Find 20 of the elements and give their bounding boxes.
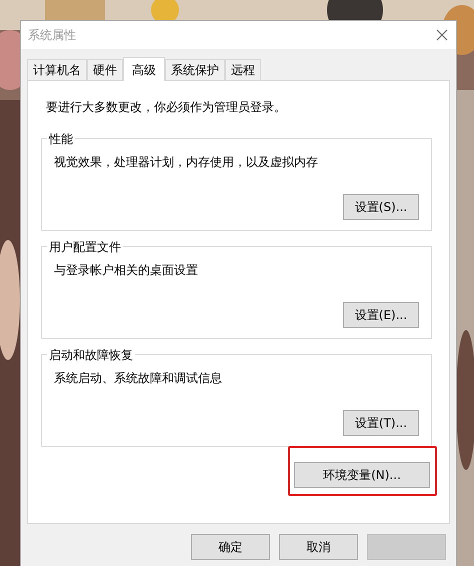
settings-button[interactable]: 设置(T)... — [343, 410, 419, 436]
group-title: 用户配置文件 — [47, 238, 123, 256]
close-icon[interactable] — [436, 29, 448, 41]
window-title: 系统属性 — [28, 27, 76, 44]
group-description: 与登录帐户相关的桌面设置 — [54, 262, 199, 279]
group-description: 视觉效果，处理器计划，内存使用，以及虚拟内存 — [54, 154, 319, 171]
dialog-button[interactable]: 确定 — [191, 534, 270, 560]
tab[interactable]: 系统保护 — [165, 59, 225, 80]
tab[interactable]: 高级 — [123, 57, 165, 81]
dialog-button[interactable]: 取消 — [279, 534, 358, 560]
notice-text: 要进行大多数更改，你必须作为管理员登录。 — [45, 99, 287, 116]
tab[interactable]: 计算机名 — [27, 59, 87, 80]
environment-variables-button[interactable]: 环境变量(N)... — [294, 462, 430, 488]
settings-button[interactable]: 设置(S)... — [343, 194, 419, 220]
settings-button[interactable]: 设置(E)... — [343, 302, 419, 328]
tab[interactable]: 远程 — [225, 59, 261, 80]
group-title: 启动和故障恢复 — [47, 346, 135, 364]
group-title: 性能 — [47, 130, 75, 148]
tab[interactable]: 硬件 — [87, 59, 123, 80]
group-description: 系统启动、系统故障和调试信息 — [54, 370, 223, 387]
